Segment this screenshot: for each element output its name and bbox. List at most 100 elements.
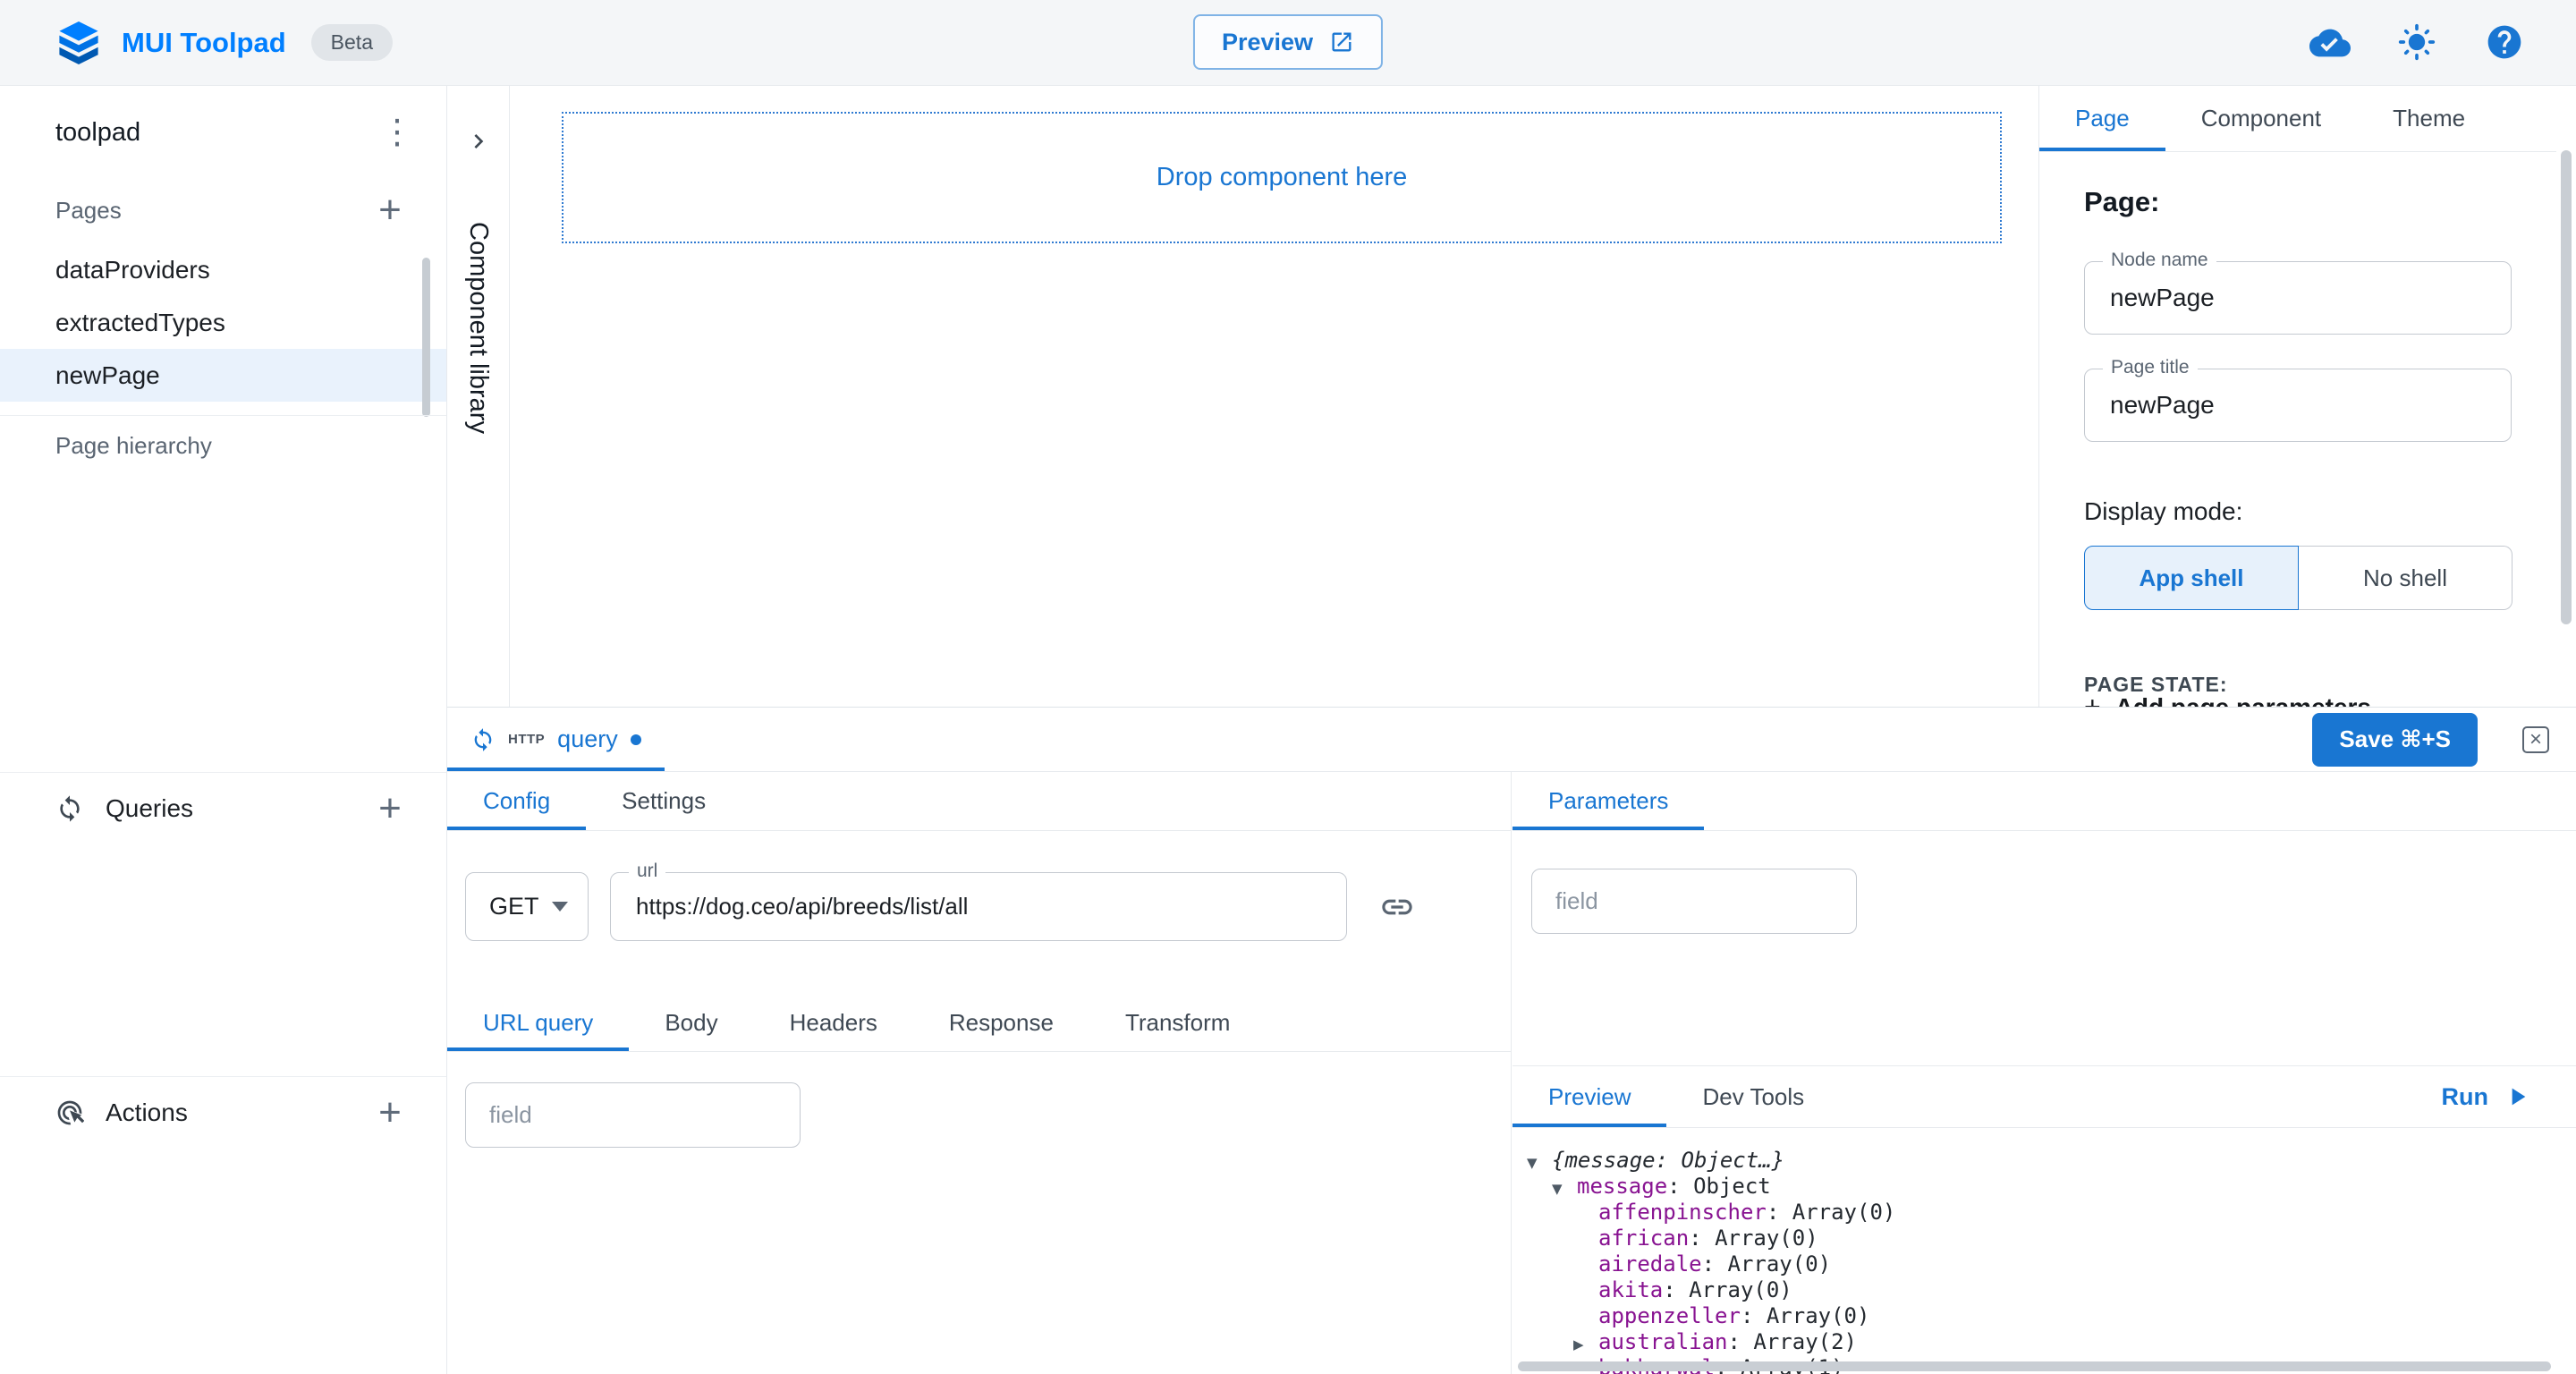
mui-toolpad-logo-icon	[57, 21, 100, 64]
queries-section-label: Queries	[106, 794, 193, 823]
tab-url-query-label: URL query	[483, 1009, 593, 1037]
page-item-label: newPage	[55, 361, 160, 390]
add-page-parameters-button[interactable]: Add page parameters	[2084, 691, 2371, 707]
chevron-right-icon	[464, 127, 493, 156]
page-item-label: dataProviders	[55, 256, 210, 284]
url-query-field-input[interactable]	[465, 1082, 801, 1148]
page-hierarchy-label: Page hierarchy	[55, 432, 212, 460]
parameter-field-input[interactable]	[1531, 869, 1857, 934]
queries-section-header[interactable]: Queries	[0, 773, 446, 844]
node-name-input[interactable]	[2085, 262, 2511, 334]
actions-section-header[interactable]: Actions	[0, 1077, 446, 1149]
component-library-label: Component library	[463, 222, 493, 434]
http-method-value: GET	[489, 893, 539, 920]
json-key: affenpinscher	[1598, 1200, 1792, 1225]
json-value: Array(2)	[1753, 1329, 1857, 1354]
json-value: Array(0)	[1689, 1277, 1792, 1302]
help-icon[interactable]	[2485, 22, 2526, 64]
add-query-icon[interactable]	[373, 789, 407, 828]
link-icon[interactable]	[1379, 889, 1415, 925]
json-tree-row[interactable]: ▼messageObject	[1513, 1174, 2576, 1200]
inspector-content: Page: Node name Page title Display mode:…	[2039, 152, 2556, 697]
query-protocol-label: HTTP	[508, 732, 545, 747]
tab-config[interactable]: Config	[447, 772, 586, 830]
json-value: Array(0)	[1767, 1303, 1870, 1328]
tab-theme[interactable]: Theme	[2357, 86, 2501, 151]
project-row: toolpad	[0, 86, 446, 179]
run-button-label: Run	[2442, 1083, 2488, 1111]
json-tree-row[interactable]: ▼{message: Object…}	[1513, 1148, 2576, 1174]
tab-transform[interactable]: Transform	[1089, 995, 1267, 1051]
json-root-preview: {message: Object…}	[1552, 1148, 1784, 1173]
tab-parameters[interactable]: Parameters	[1513, 772, 1704, 830]
json-tree-row[interactable]: africanArray(0)	[1513, 1226, 2576, 1251]
tab-response[interactable]: Response	[913, 995, 1089, 1051]
json-key: african	[1598, 1226, 1715, 1251]
pages-section-label: Pages	[55, 197, 122, 225]
query-config-pane: Config Settings GET url URL query Body H…	[447, 772, 1512, 1374]
actions-icon	[55, 1098, 84, 1127]
sidebar-item-extractedtypes[interactable]: extractedTypes	[0, 296, 446, 349]
json-key: airedale	[1598, 1251, 1728, 1276]
json-tree-row[interactable]: affenpinscherArray(0)	[1513, 1200, 2576, 1226]
http-query-icon	[470, 727, 496, 752]
tab-dev-tools[interactable]: Dev Tools	[1666, 1066, 1840, 1127]
tab-component[interactable]: Component	[2165, 86, 2357, 151]
project-menu-kebab-icon[interactable]	[380, 115, 407, 149]
add-page-icon[interactable]	[373, 191, 407, 230]
tab-headers[interactable]: Headers	[754, 995, 913, 1051]
config-tabbar: Config Settings	[447, 772, 1511, 831]
tab-url-query[interactable]: URL query	[447, 995, 629, 1051]
json-tree-row[interactable]: ▶australianArray(2)	[1513, 1329, 2576, 1355]
theme-light-mode-icon[interactable]	[2397, 22, 2438, 64]
expand-arrow-icon[interactable]: ▼	[1527, 1150, 1552, 1176]
close-panel-icon[interactable]	[2522, 726, 2549, 753]
url-input[interactable]	[611, 873, 1346, 940]
parameters-tabbar: Parameters	[1513, 772, 2576, 831]
pages-section-header: Pages	[0, 179, 446, 242]
inspector-scrollbar-thumb[interactable]	[2561, 150, 2572, 624]
json-value: Array(0)	[1792, 1200, 1896, 1225]
json-tree-row[interactable]: appenzellerArray(0)	[1513, 1303, 2576, 1329]
tab-response-label: Response	[949, 1009, 1054, 1037]
cloud-sync-done-icon[interactable]	[2309, 22, 2351, 64]
page-hierarchy-row[interactable]: Page hierarchy	[0, 417, 446, 474]
json-tree-row[interactable]: akitaArray(0)	[1513, 1277, 2576, 1303]
page-title-input[interactable]	[2085, 369, 2511, 441]
run-button[interactable]: Run	[2442, 1082, 2531, 1111]
sidebar-scrollbar-thumb[interactable]	[422, 258, 430, 417]
tab-page[interactable]: Page	[2039, 86, 2165, 151]
expand-arrow-icon[interactable]: ▶	[1573, 1332, 1598, 1358]
request-tabbar: URL query Body Headers Response Transfor…	[447, 995, 1511, 1052]
toggle-no-shell[interactable]: No shell	[2299, 546, 2512, 610]
query-editor-panel: HTTP query Save ⌘+S Config Settings GET …	[447, 707, 2576, 1374]
tab-parameters-label: Parameters	[1548, 787, 1668, 815]
preview-horizontal-scrollbar-thumb[interactable]	[1518, 1361, 2551, 1371]
tab-settings[interactable]: Settings	[586, 772, 741, 830]
json-key: message	[1577, 1174, 1693, 1199]
url-field: url	[610, 872, 1347, 941]
drop-zone[interactable]: Drop component here	[562, 112, 2002, 243]
toggle-app-shell[interactable]: App shell	[2084, 546, 2299, 610]
component-library-strip[interactable]: Component library	[447, 86, 510, 707]
sidebar-item-dataproviders[interactable]: dataProviders	[0, 243, 446, 296]
preview-button[interactable]: Preview	[1193, 14, 1383, 70]
query-editor-header: HTTP query Save ⌘+S	[447, 708, 2576, 772]
toggle-app-shell-label: App shell	[2139, 564, 2243, 592]
json-preview-tree: ▼{message: Object…} ▼messageObject affen…	[1513, 1148, 2576, 1374]
add-action-icon[interactable]	[373, 1093, 407, 1132]
tab-body-label: Body	[665, 1009, 717, 1037]
tab-body[interactable]: Body	[629, 995, 753, 1051]
save-button[interactable]: Save ⌘+S	[2312, 713, 2478, 767]
sidebar-item-newpage[interactable]: newPage	[0, 349, 446, 402]
json-tree-row[interactable]: airedaleArray(0)	[1513, 1251, 2576, 1277]
json-value: Array(0)	[1715, 1226, 1818, 1251]
expand-arrow-icon[interactable]: ▼	[1552, 1176, 1577, 1202]
beta-badge: Beta	[311, 24, 393, 61]
node-name-label: Node name	[2103, 250, 2216, 271]
http-method-select[interactable]: GET	[465, 872, 589, 941]
page-title-field: Page title	[2084, 369, 2512, 442]
node-name-field: Node name	[2084, 261, 2512, 335]
tab-query[interactable]: HTTP query	[447, 708, 665, 771]
tab-preview[interactable]: Preview	[1513, 1066, 1666, 1127]
